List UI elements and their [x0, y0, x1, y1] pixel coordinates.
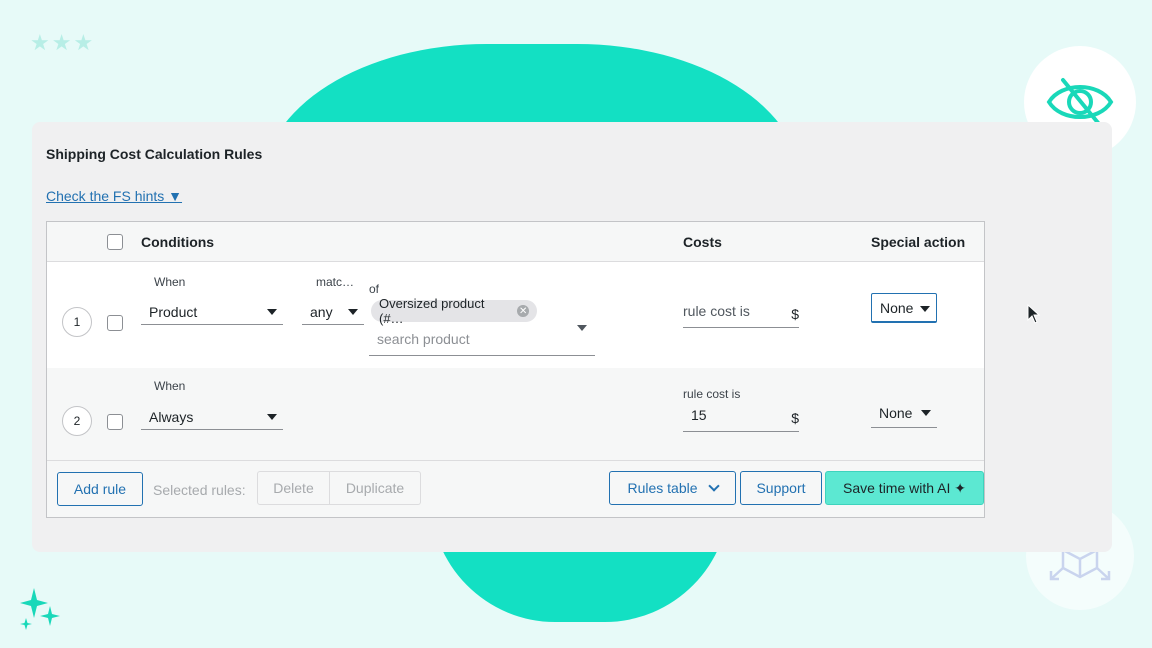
rule-number: 1 — [62, 307, 92, 337]
rule-number: 2 — [62, 406, 92, 436]
match-select[interactable]: any — [302, 299, 364, 325]
delete-button[interactable]: Delete — [257, 471, 330, 505]
panel-title: Shipping Cost Calculation Rules — [46, 146, 263, 162]
support-button[interactable]: Support — [740, 471, 822, 505]
currency-label: $ — [791, 306, 799, 322]
currency-label: $ — [791, 410, 799, 426]
stars-icon: ★★★ — [30, 30, 96, 55]
table-row: 2 When Always rule cost is 15 $ None — [47, 368, 984, 461]
fs-hints-link[interactable]: Check the FS hints ▼ — [46, 188, 182, 204]
header-conditions: Conditions — [141, 234, 215, 250]
of-label: of — [369, 282, 380, 296]
add-rule-button[interactable]: Add rule — [57, 472, 143, 506]
duplicate-button[interactable]: Duplicate — [330, 471, 421, 505]
product-chip: Oversized product (#… ✕ — [371, 296, 537, 326]
save-time-ai-button[interactable]: Save time with AI ✦ — [825, 471, 984, 505]
rules-table: Conditions Costs Special action 1 When P… — [46, 221, 985, 518]
special-action-select[interactable]: None — [871, 398, 937, 428]
special-action-select[interactable]: None — [871, 293, 937, 323]
shipping-rules-panel: Shipping Cost Calculation Rules Check th… — [32, 122, 1112, 552]
row-checkbox[interactable] — [107, 414, 123, 430]
chevron-down-icon — [920, 306, 930, 312]
when-label: When — [154, 275, 186, 289]
table-row: 1 When Product matc… any of Oversized pr… — [47, 262, 984, 368]
header-costs: Costs — [683, 234, 722, 250]
rule-cost-input[interactable]: 15 $ — [683, 404, 799, 432]
remove-chip-icon[interactable]: ✕ — [517, 305, 529, 317]
when-label: When — [154, 379, 186, 393]
chevron-down-icon — [267, 414, 277, 420]
mouse-cursor-icon — [1027, 304, 1041, 324]
sparkle-icon — [20, 588, 60, 630]
chevron-down-icon[interactable] — [577, 325, 587, 331]
table-header: Conditions Costs Special action — [47, 222, 984, 262]
condition-select[interactable]: Always — [141, 404, 283, 430]
chevron-down-icon — [921, 410, 931, 416]
product-search-input[interactable]: search product — [369, 328, 595, 356]
table-footer: Add rule Selected rules: Delete Duplicat… — [47, 461, 984, 517]
chevron-down-icon — [707, 480, 720, 492]
rules-table-button[interactable]: Rules table — [609, 471, 736, 505]
match-label: matc… — [316, 275, 355, 289]
selected-rules-label: Selected rules: — [153, 482, 246, 498]
cost-label: rule cost is — [683, 387, 741, 401]
header-special-action: Special action — [871, 234, 966, 250]
rule-cost-input[interactable]: rule cost is $ — [683, 300, 799, 328]
chevron-down-icon — [348, 309, 358, 315]
condition-select[interactable]: Product — [141, 299, 283, 325]
chevron-down-icon — [267, 309, 277, 315]
row-checkbox[interactable] — [107, 315, 123, 331]
select-all-checkbox[interactable] — [107, 234, 123, 250]
